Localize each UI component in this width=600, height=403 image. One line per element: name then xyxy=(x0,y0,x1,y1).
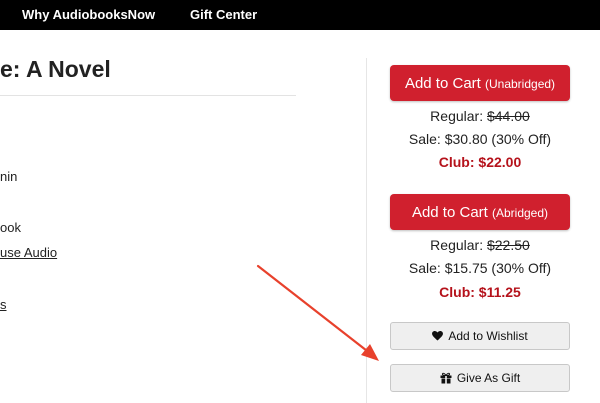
annotation-arrow xyxy=(256,264,379,361)
